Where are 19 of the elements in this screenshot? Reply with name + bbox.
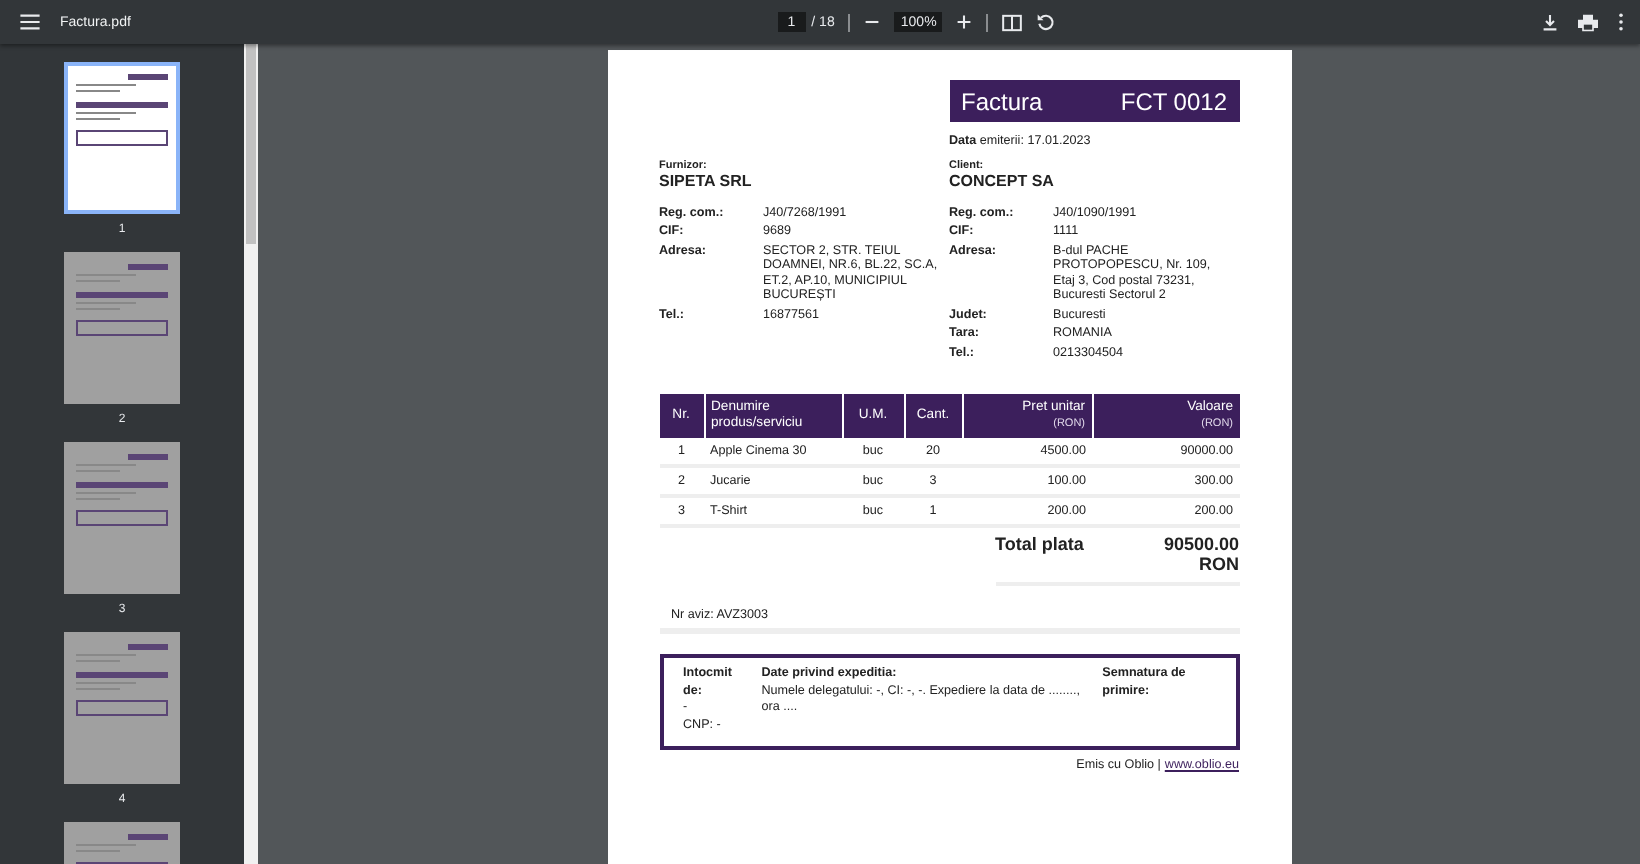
scrollbar[interactable] [244, 44, 258, 864]
page-thumbnail[interactable] [64, 442, 180, 594]
party-name: SIPETA SRL [659, 171, 754, 189]
fit-page-icon[interactable] [1002, 13, 1023, 31]
zoom-in-icon[interactable] [956, 14, 973, 30]
scrollbar-thumb[interactable] [246, 44, 256, 244]
invoice-title: Factura [961, 87, 1043, 115]
menu-icon[interactable] [20, 14, 40, 30]
total-label: Total plata [995, 534, 1084, 559]
party-name: CONCEPT SA [949, 171, 1056, 189]
page-thumbnail[interactable] [64, 62, 180, 214]
page-thumbnail[interactable] [64, 632, 180, 784]
download-icon[interactable] [1542, 13, 1558, 31]
page-thumbnail[interactable] [64, 252, 180, 404]
rotate-icon[interactable] [1036, 12, 1057, 32]
more-options-icon[interactable] [1618, 12, 1624, 32]
invoice-number: FCT 0012 [1120, 87, 1227, 115]
total-value: 90500.00 RON [1161, 534, 1239, 575]
print-icon[interactable] [1578, 13, 1598, 31]
